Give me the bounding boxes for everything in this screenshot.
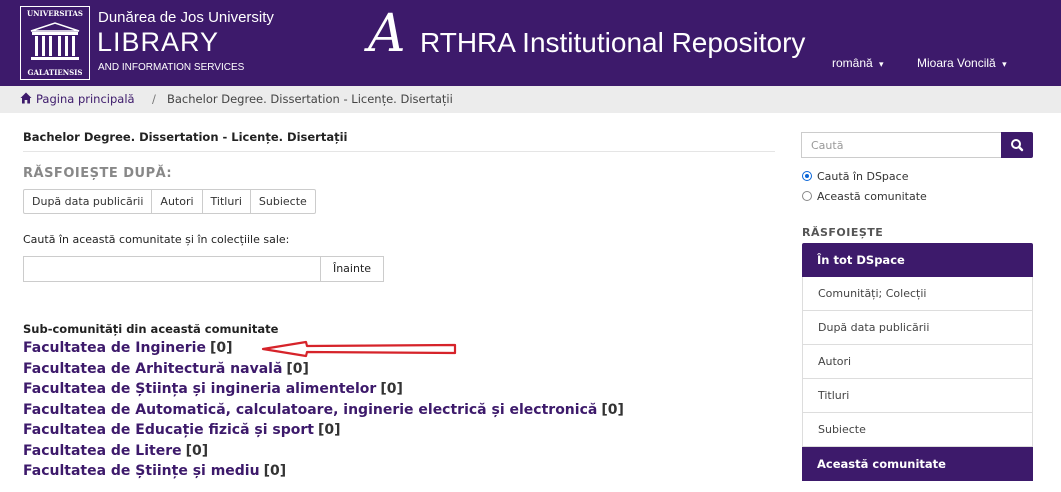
scope-this-radio[interactable]: Această comunitate	[802, 190, 927, 203]
browse-by-heading: RĂSFOIEȘTE DUPĂ:	[23, 166, 173, 181]
list-item: Facultatea de Arhitectură navală [0]	[23, 361, 624, 382]
language-label: română	[832, 56, 873, 70]
scope-all-radio[interactable]: Caută în DSpace	[802, 170, 908, 183]
sidebar-browse-list: În tot DSpace Comunități; Colecții După …	[802, 243, 1033, 481]
community-search-go-button[interactable]: Înainte	[320, 256, 384, 282]
building-icon	[30, 22, 80, 60]
community-search-input[interactable]	[23, 256, 321, 282]
red-arrow-annotation	[261, 340, 457, 358]
subcommunity-link[interactable]: Facultatea de Inginerie	[23, 340, 206, 356]
sidebar-browse-heading: RĂSFOIEȘTE	[802, 226, 884, 239]
caret-down-icon: ▾	[1002, 59, 1007, 69]
subcommunity-link[interactable]: Facultatea de Arhitectură navală	[23, 361, 282, 377]
list-item: Facultatea de Litere [0]	[23, 443, 624, 464]
repository-logo-initial: A	[368, 4, 406, 64]
user-menu[interactable]: Mioara Voncilă ▾	[917, 56, 1007, 70]
site-header: UNIVERSITAS GALATIENSIS Dunărea de Jos U…	[0, 0, 1061, 86]
caret-down-icon: ▾	[879, 59, 884, 69]
university-name: Dunărea de Jos University	[98, 9, 274, 26]
home-icon[interactable]	[20, 92, 32, 104]
subcommunities-heading: Sub-comunități din această comunitate	[23, 322, 279, 336]
university-logo[interactable]: UNIVERSITAS GALATIENSIS	[20, 6, 90, 80]
breadcrumb-home-link[interactable]: Pagina principală	[36, 92, 135, 106]
language-dropdown[interactable]: română ▾	[832, 56, 884, 70]
divider	[23, 151, 775, 152]
sidebar-item-communities[interactable]: Comunități; Colecții	[802, 277, 1033, 311]
search-icon	[1011, 139, 1024, 152]
subcommunity-link[interactable]: Facultatea de Științe și mediu	[23, 463, 260, 479]
user-name: Mioara Voncilă	[917, 56, 996, 70]
list-item: Facultatea de Educație fizică și sport [0…	[23, 422, 624, 443]
sidebar-item-authors[interactable]: Autori	[802, 345, 1033, 379]
browse-by-title-button[interactable]: Titluri	[201, 189, 251, 214]
list-item: Facultatea de Automatică, calculatoare, …	[23, 402, 624, 423]
subcommunity-list: Facultatea de Inginerie [0] Facultatea de…	[23, 340, 624, 484]
radio-selected-icon	[802, 171, 812, 181]
breadcrumb: Pagina principală / Bachelor Degree. Dis…	[0, 86, 1061, 113]
breadcrumb-separator: /	[152, 92, 156, 106]
browse-by-author-button[interactable]: Autori	[151, 189, 203, 214]
subcommunity-link[interactable]: Facultatea de Educație fizică și sport	[23, 422, 314, 438]
list-item: Facultatea de Științe și mediu [0]	[23, 463, 624, 484]
library-title[interactable]: LIBRARY	[97, 27, 219, 58]
radio-unselected-icon	[802, 191, 812, 201]
item-count: [0]	[601, 401, 624, 418]
item-count: [0]	[185, 442, 209, 459]
sidebar-item-titles[interactable]: Titluri	[802, 379, 1033, 413]
community-search-label: Caută în această comunitate și în colecț…	[23, 233, 290, 246]
sidebar-search-input[interactable]: Caută	[801, 132, 1001, 158]
logo-top-text: UNIVERSITAS	[26, 9, 83, 18]
sidebar-search-button[interactable]	[1001, 132, 1033, 158]
item-count: [0]	[209, 340, 233, 356]
sidebar-section-this-community: Această comunitate	[802, 447, 1033, 481]
list-item: Facultatea de Știința și ingineria alime…	[23, 381, 624, 402]
browse-button-group: După data publicării Autori Titluri Subi…	[23, 189, 316, 214]
item-count: [0]	[317, 422, 341, 438]
browse-by-subject-button[interactable]: Subiecte	[249, 189, 316, 214]
scope-this-label: Această comunitate	[817, 190, 927, 203]
library-subtitle: AND INFORMATION SERVICES	[98, 62, 245, 73]
sidebar-item-date[interactable]: După data publicării	[802, 311, 1033, 345]
subcommunity-link[interactable]: Facultatea de Știința și ingineria alime…	[23, 381, 376, 397]
browse-by-date-button[interactable]: După data publicării	[23, 189, 153, 214]
item-count: [0]	[380, 381, 403, 397]
sidebar-section-all-dspace: În tot DSpace	[802, 243, 1033, 277]
item-count: [0]	[263, 463, 287, 479]
subcommunity-link[interactable]: Facultatea de Automatică, calculatoare, …	[23, 402, 597, 418]
scope-all-label: Caută în DSpace	[817, 170, 909, 183]
page-title: Bachelor Degree. Dissertation - Licențe.…	[23, 130, 348, 144]
logo-bottom-text: GALATIENSIS	[27, 68, 83, 77]
breadcrumb-current: Bachelor Degree. Dissertation - Licențe.…	[167, 92, 453, 106]
sidebar-item-subjects[interactable]: Subiecte	[802, 413, 1033, 447]
repository-title[interactable]: RTHRA Institutional Repository	[420, 27, 805, 59]
item-count: [0]	[286, 360, 309, 377]
subcommunity-link[interactable]: Facultatea de Litere	[23, 443, 182, 459]
